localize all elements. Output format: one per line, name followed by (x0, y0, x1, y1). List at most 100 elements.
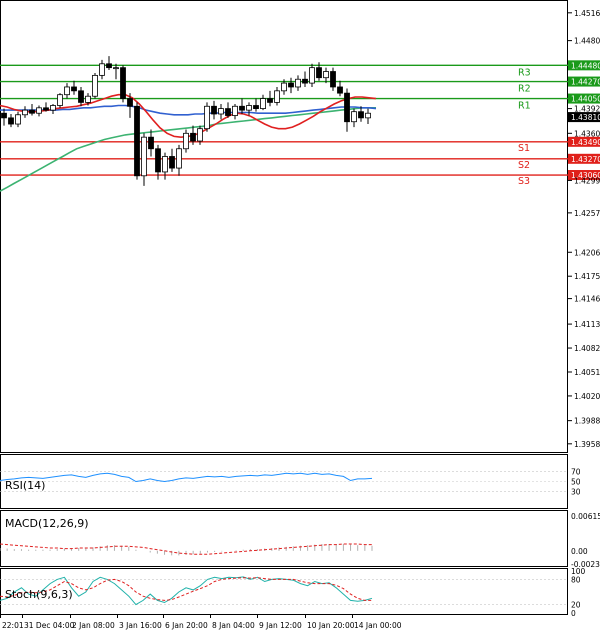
candle-body (351, 111, 357, 123)
candle-body (176, 148, 182, 169)
level-name-s1: S1 (518, 143, 530, 154)
candle-body (197, 128, 203, 142)
candle-body (127, 98, 133, 107)
price-tick-label: 1.42990 (574, 176, 600, 185)
candle-body (113, 67, 119, 70)
stoch-tick-label: 0 (571, 609, 576, 618)
stoch-tick-label: 80 (571, 575, 581, 584)
candle-body (218, 108, 224, 115)
candle-body (274, 90, 280, 103)
candle-body (232, 105, 238, 116)
price-tick-label: 1.43920 (574, 105, 600, 114)
candle-body (22, 109, 28, 116)
candle-body (316, 67, 322, 79)
stoch-label: Stoch(9,6,3) (5, 588, 73, 601)
price-tick-label: 1.42570 (574, 209, 600, 218)
candle-body (253, 105, 259, 109)
price-tick-label: 1.41130 (574, 320, 600, 329)
current-price-label: 1.43810 (571, 113, 600, 122)
candle-body (323, 71, 329, 79)
price-tick-label: 1.40510 (574, 368, 600, 377)
price-tick-label: 1.42060 (574, 248, 600, 257)
price-tick-label: 1.39880 (574, 417, 600, 426)
candle-body (64, 86, 70, 96)
candle-body (295, 78, 301, 88)
candle-body (183, 132, 189, 150)
candle-body (120, 67, 126, 99)
rsi-tick-label: 30 (571, 488, 581, 497)
level-name-r2: R2 (518, 84, 531, 95)
candle-body (155, 148, 161, 173)
price-tick-label: 1.45160 (574, 9, 600, 18)
candle-body (190, 132, 196, 142)
candle-body (239, 105, 245, 111)
time-tick-label: 10 Jan 20:00 (307, 621, 355, 630)
candle-body (260, 98, 266, 109)
macd-tick-label: 0.006151 (571, 512, 600, 521)
candle-body (204, 105, 210, 130)
time-tick-label: 3 Jan 16:00 (119, 621, 162, 630)
price-tick-label: 1.41460 (574, 295, 600, 304)
time-tick-label: 2 Jan 08:00 (72, 621, 115, 630)
level-price-label: 1.44050 (571, 95, 600, 104)
candle-body (344, 92, 350, 123)
macd-tick-label: 0.00 (571, 547, 588, 556)
candle-body (281, 82, 287, 92)
candle-body (309, 67, 315, 84)
time-axis: 22:01 31 Dec 04:002 Jan 08:00 3 Jan 16:00 6… (0, 614, 402, 630)
candle-body (99, 63, 105, 76)
level-price-label: 1.44480 (571, 61, 600, 70)
rsi-label: RSI(14) (5, 479, 45, 492)
price-tick-label: 1.44800 (574, 37, 600, 46)
level-name-r3: R3 (518, 67, 531, 78)
price-tick-label: 1.39580 (574, 440, 600, 449)
time-tick-label: 6 Jan 20:00 (165, 621, 208, 630)
price-tick-label: 1.40200 (574, 392, 600, 401)
candle-body (169, 156, 175, 169)
level-name-s3: S3 (518, 176, 530, 187)
candle-body (50, 105, 56, 111)
candle-body (134, 105, 140, 177)
candle-body (15, 114, 21, 125)
candle-body (365, 112, 371, 119)
candle-body (92, 74, 98, 97)
candle-body (211, 105, 217, 115)
price-tick-label: 1.43600 (574, 129, 600, 138)
candle-body (337, 86, 343, 94)
price-axis: 1.45160 1.44800 1.43920 1.43600 1.42990 1.425… (568, 9, 600, 449)
macd-label: MACD(12,26,9) (5, 517, 89, 530)
candle-body (8, 117, 14, 125)
level-name-r1: R1 (518, 101, 531, 112)
rsi-tick-label: 50 (571, 478, 581, 487)
candle-body (85, 95, 91, 103)
candle-body (43, 107, 49, 111)
price-tick-label: 1.40820 (574, 344, 600, 353)
level-name-s2: S2 (518, 160, 530, 171)
time-tick-label: 9 Jan 12:00 (259, 621, 302, 630)
candle-body (78, 90, 84, 103)
candle-body (1, 112, 7, 119)
candle-body (302, 78, 308, 84)
time-tick-label: 14 Jan 00:00 (354, 621, 402, 630)
candle-body (36, 107, 42, 114)
candle-body (148, 136, 154, 150)
candle-body (106, 63, 112, 69)
candle-body (267, 98, 273, 103)
candle-body (358, 111, 364, 119)
rsi-tick-label: 70 (571, 467, 581, 476)
level-price-label: 1.43490 (571, 138, 600, 147)
price-tick-label: 1.41750 (574, 272, 600, 281)
candle-body (29, 109, 35, 114)
forex-chart: R3 1.44480 R2 1.44270 R1 1.44050 S1 1.43490 S2 1.… (0, 0, 600, 630)
candle-body (71, 86, 77, 92)
candle-body (246, 105, 252, 111)
candle-body (330, 71, 336, 88)
candle-body (141, 136, 147, 177)
candle-body (57, 94, 63, 106)
candle-body (225, 108, 231, 116)
level-price-label: 1.44270 (571, 78, 600, 87)
time-tick-label: 8 Jan 04:00 (212, 621, 255, 630)
time-tick-label: 31 Dec 04:00 (24, 621, 75, 630)
level-price-label: 1.43270 (571, 155, 600, 164)
candle-body (162, 156, 168, 173)
